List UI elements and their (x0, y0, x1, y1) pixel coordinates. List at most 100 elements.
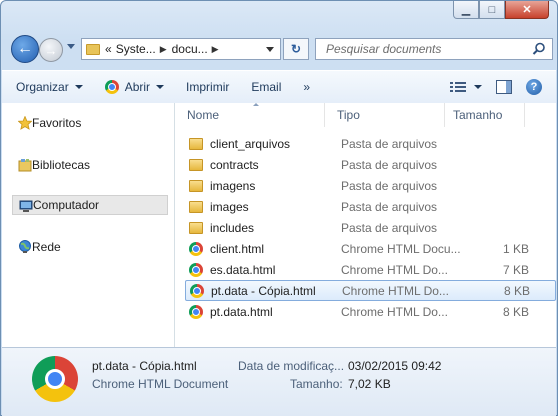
file-size: 1 KB (502, 241, 529, 256)
forward-arrow-icon: → (44, 42, 58, 58)
star-icon (18, 116, 32, 130)
print-button[interactable]: Imprimir (178, 75, 237, 99)
column-header-label: Nome (187, 108, 220, 122)
libraries-icon (18, 159, 32, 172)
file-name: client_arquivos (210, 136, 291, 151)
file-type: Pasta de arquivos (341, 199, 438, 214)
sidebar-item-label: Bibliotecas (32, 158, 91, 172)
file-row[interactable]: pt.data.html Chrome HTML Do... 8 KB (185, 301, 556, 322)
file-row[interactable]: includes Pasta de arquivos (185, 217, 556, 238)
address-dropdown-icon[interactable] (266, 47, 274, 52)
breadcrumb-chevron-icon[interactable]: ▶ (160, 44, 167, 55)
file-name-cell: images (185, 200, 341, 214)
sidebar-item-favorites[interactable]: Favoritos (12, 113, 168, 133)
forward-button[interactable]: → (39, 38, 63, 62)
computer-icon (19, 200, 33, 212)
file-name: contracts (210, 157, 259, 172)
close-button[interactable]: ✕ (505, 1, 549, 19)
file-row[interactable]: es.data.html Chrome HTML Do... 7 KB (185, 259, 556, 280)
breadcrumb-chevron-icon[interactable]: ▶ (212, 44, 219, 55)
more-commands-button[interactable]: » (295, 75, 318, 99)
sidebar-item-label: Favoritos (32, 116, 82, 130)
email-button[interactable]: Email (243, 75, 289, 99)
breadcrumb-system[interactable]: Syste... (116, 42, 156, 56)
recent-pages-dropdown-icon[interactable] (67, 44, 75, 49)
print-label: Imprimir (186, 80, 230, 94)
file-type: Pasta de arquivos (341, 136, 438, 151)
column-header-label: Tamanho (453, 108, 503, 122)
open-label: Abrir (124, 80, 151, 94)
file-type: Chrome HTML Do... (341, 304, 448, 319)
dropdown-arrow-icon[interactable] (474, 85, 482, 89)
file-name: client.html (210, 241, 265, 256)
change-view-button[interactable] (450, 81, 482, 93)
navigation-bar: ← → « Syste... ▶ docu... ▶ ↻ (11, 35, 553, 63)
file-size: 8 KB (503, 283, 530, 298)
file-row[interactable]: client_arquivos Pasta de arquivos (185, 133, 556, 154)
preview-pane-icon[interactable] (496, 80, 512, 94)
file-name: imagens (210, 178, 256, 193)
sort-ascending-icon (253, 103, 259, 106)
folder-icon (189, 179, 203, 192)
search-icon[interactable] (532, 42, 546, 56)
refresh-icon: ↻ (290, 42, 302, 56)
file-name-cell: client_arquivos (185, 137, 341, 151)
file-name-cell: imagens (185, 179, 341, 193)
dropdown-arrow-icon (74, 85, 83, 89)
address-bar[interactable]: « Syste... ▶ docu... ▶ (81, 38, 281, 60)
column-header-type[interactable]: Tipo (325, 103, 445, 127)
file-name-cell: contracts (185, 158, 341, 172)
column-header-size[interactable]: Tamanho (445, 103, 525, 127)
details-size-label: Tamanho: (290, 377, 343, 391)
folder-icon (189, 158, 203, 171)
organize-button[interactable]: Organizar (8, 75, 91, 99)
file-size: 8 KB (502, 304, 529, 319)
file-name: pt.data - Cópia.html (211, 283, 316, 298)
details-size-value: 7,02 KB (348, 377, 391, 391)
sidebar-item-computer[interactable]: Computador (12, 195, 168, 215)
folder-icon (189, 221, 203, 234)
file-name: pt.data.html (210, 304, 273, 319)
search-box[interactable] (315, 38, 553, 60)
file-name-cell: es.data.html (185, 262, 341, 277)
file-name: includes (210, 220, 255, 235)
details-file-type: Chrome HTML Document (92, 377, 229, 391)
maximize-button[interactable]: □ (479, 1, 505, 19)
dropdown-arrow-icon (156, 85, 165, 89)
chrome-icon (104, 80, 119, 94)
file-type: Chrome HTML Docu... (341, 241, 461, 256)
caption-buttons: ▁ □ ✕ (453, 1, 549, 19)
file-name-cell: client.html (185, 241, 341, 256)
file-row[interactable]: contracts Pasta de arquivos (185, 154, 556, 175)
chrome-icon (189, 262, 203, 277)
chrome-icon (189, 304, 203, 319)
sidebar-item-label: Computador (33, 198, 100, 212)
column-header-label: Tipo (337, 108, 360, 122)
column-header-name[interactable]: Nome (175, 103, 325, 127)
file-row[interactable]: imagens Pasta de arquivos (185, 175, 556, 196)
minimize-button[interactable]: ▁ (453, 1, 479, 19)
file-name: images (210, 199, 249, 214)
address-overflow[interactable]: « (105, 42, 112, 56)
sidebar-item-libraries[interactable]: Bibliotecas (12, 155, 168, 175)
refresh-button[interactable]: ↻ (283, 38, 309, 60)
file-row[interactable]: client.html Chrome HTML Docu... 1 KB (185, 238, 556, 259)
sidebar-item-label: Rede (32, 240, 61, 254)
file-type: Pasta de arquivos (341, 220, 438, 235)
organize-label: Organizar (16, 80, 69, 94)
details-pane: pt.data - Cópia.html Chrome HTML Documen… (2, 347, 556, 416)
file-row[interactable]: pt.data - Cópia.html Chrome HTML Do... 8 K… (185, 280, 556, 301)
help-icon[interactable]: ? (526, 79, 542, 95)
back-arrow-icon: ← (17, 40, 33, 57)
details-file-name: pt.data - Cópia.html (92, 359, 197, 373)
folder-icon (189, 137, 203, 150)
search-input[interactable] (324, 41, 528, 57)
back-button[interactable]: ← (11, 35, 39, 63)
sidebar-item-network[interactable]: Rede (12, 237, 168, 257)
open-button[interactable]: Abrir (97, 75, 172, 99)
breadcrumb-documents[interactable]: docu... (172, 42, 208, 56)
column-headers: Nome Tipo Tamanho (175, 103, 556, 127)
file-row[interactable]: images Pasta de arquivos (185, 196, 556, 217)
email-label: Email (251, 80, 282, 94)
file-type: Chrome HTML Do... (342, 283, 449, 298)
